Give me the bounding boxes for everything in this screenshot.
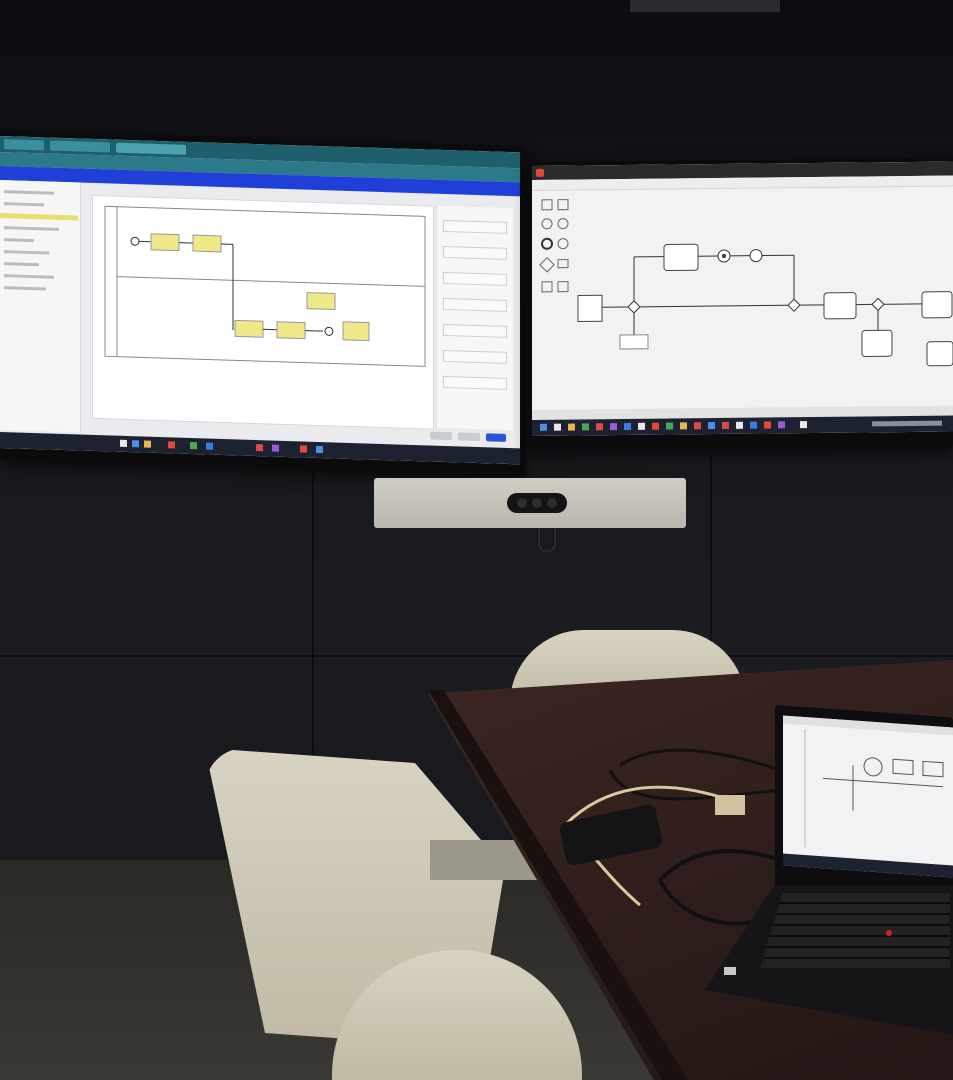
properties-panel bbox=[436, 205, 513, 431]
sidebar-item[interactable] bbox=[4, 286, 46, 291]
taskbar-app-icon[interactable] bbox=[764, 421, 771, 429]
tool-palette bbox=[538, 196, 574, 316]
taskbar bbox=[532, 415, 953, 436]
taskbar-app-icon[interactable] bbox=[736, 421, 743, 429]
taskbar-app-icon[interactable] bbox=[144, 440, 151, 448]
browser-tab-active[interactable] bbox=[116, 142, 186, 155]
cancel-button[interactable] bbox=[430, 431, 452, 441]
taskbar-app-icon[interactable] bbox=[120, 439, 127, 447]
sidebar-item[interactable] bbox=[4, 226, 59, 231]
laptop-sticker bbox=[724, 967, 736, 975]
browser-tab[interactable] bbox=[50, 140, 110, 153]
laptop-diagram bbox=[783, 715, 953, 848]
taskbar-app-icon[interactable] bbox=[694, 422, 701, 430]
sidebar-item-selected[interactable] bbox=[0, 213, 78, 221]
process-diagram bbox=[104, 205, 426, 367]
taskbar-app-icon[interactable] bbox=[750, 421, 757, 429]
taskbar-app-icon[interactable] bbox=[652, 422, 659, 430]
save-button[interactable] bbox=[486, 433, 506, 442]
property-field[interactable] bbox=[443, 323, 507, 338]
sidebar-item[interactable] bbox=[4, 190, 54, 195]
taskbar-app-icon[interactable] bbox=[190, 441, 197, 450]
property-field[interactable] bbox=[443, 245, 507, 260]
sidebar-item[interactable] bbox=[4, 250, 49, 255]
left-sidebar bbox=[0, 180, 81, 433]
ceiling-fixture bbox=[630, 0, 780, 12]
taskbar-app-icon[interactable] bbox=[722, 421, 729, 429]
property-field[interactable] bbox=[443, 219, 507, 234]
sidebar-item[interactable] bbox=[4, 262, 39, 267]
laptop-screen bbox=[783, 715, 953, 878]
taskbar-app-icon[interactable] bbox=[132, 440, 139, 448]
property-field[interactable] bbox=[443, 271, 507, 286]
taskbar-app-icon[interactable] bbox=[666, 422, 673, 430]
cable bbox=[538, 528, 556, 552]
property-field[interactable] bbox=[443, 375, 507, 390]
taskbar-app-icon[interactable] bbox=[256, 444, 263, 452]
video-conference-bar bbox=[374, 478, 686, 528]
taskbar-app-icon[interactable] bbox=[778, 421, 785, 429]
right-monitor-screen bbox=[532, 161, 953, 436]
taskbar-app-icon[interactable] bbox=[300, 445, 307, 453]
diagram-canvas[interactable] bbox=[92, 194, 434, 430]
taskbar-app-icon[interactable] bbox=[638, 422, 645, 430]
taskbar-app-icon[interactable] bbox=[206, 442, 213, 450]
right-monitor bbox=[528, 157, 953, 452]
trackpoint[interactable] bbox=[886, 930, 892, 936]
taskbar-app-icon[interactable] bbox=[800, 421, 807, 429]
taskbar-app-icon[interactable] bbox=[540, 423, 547, 431]
left-monitor-screen bbox=[0, 136, 520, 465]
taskbar-app-icon[interactable] bbox=[272, 444, 279, 452]
sidebar-item[interactable] bbox=[4, 238, 34, 243]
left-monitor bbox=[0, 130, 526, 477]
system-tray[interactable] bbox=[872, 420, 942, 427]
taskbar-app-icon[interactable] bbox=[610, 423, 617, 431]
secondary-button[interactable] bbox=[458, 432, 480, 442]
bpmn-diagram bbox=[577, 243, 953, 367]
taskbar-app-icon[interactable] bbox=[316, 445, 323, 454]
wall-panel-seam bbox=[0, 655, 953, 657]
taskbar-app-icon[interactable] bbox=[624, 422, 631, 430]
wall-panel-seam bbox=[710, 455, 712, 665]
property-field[interactable] bbox=[443, 297, 507, 312]
taskbar-app-icon[interactable] bbox=[554, 423, 561, 431]
laptop-keyboard[interactable] bbox=[760, 893, 950, 968]
app-logo-icon bbox=[536, 168, 544, 177]
browser-tab[interactable] bbox=[4, 139, 44, 151]
taskbar-app-icon[interactable] bbox=[596, 423, 603, 431]
taskbar-app-icon[interactable] bbox=[582, 423, 589, 431]
property-field[interactable] bbox=[443, 349, 507, 364]
sidebar-item[interactable] bbox=[4, 274, 54, 279]
taskbar-app-icon[interactable] bbox=[168, 441, 175, 449]
camera-lens-icon bbox=[507, 493, 567, 513]
taskbar-app-icon[interactable] bbox=[680, 422, 687, 430]
taskbar-app-icon[interactable] bbox=[568, 423, 575, 431]
taskbar-app-icon[interactable] bbox=[708, 422, 715, 430]
sidebar-item[interactable] bbox=[4, 202, 44, 207]
